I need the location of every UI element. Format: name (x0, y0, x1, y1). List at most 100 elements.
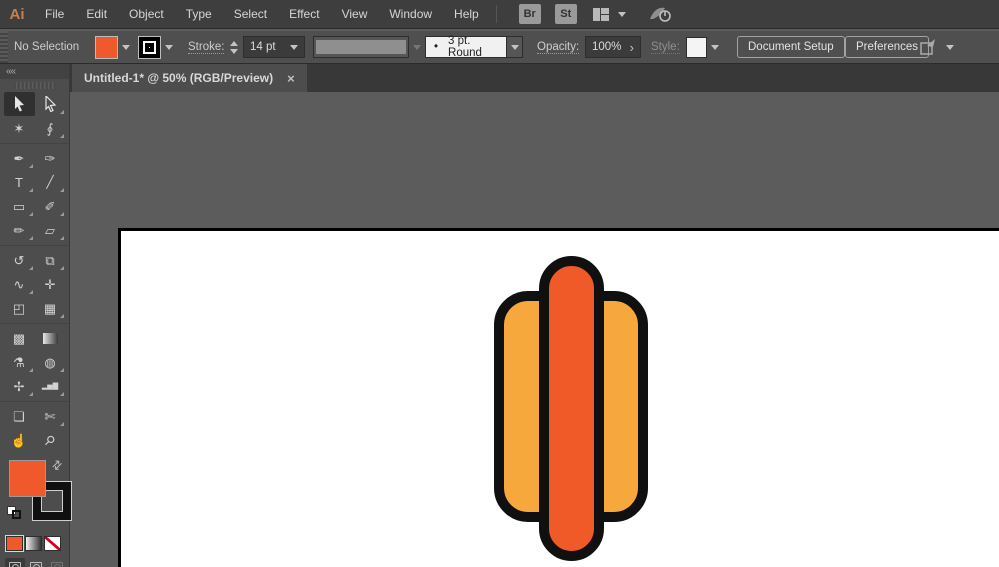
magic-wand-icon: ✶ (13, 120, 25, 136)
arrange-documents-icon[interactable] (918, 37, 940, 57)
color-button[interactable] (6, 536, 23, 551)
direct-selection-tool[interactable] (35, 92, 66, 116)
control-bar: No Selection Stroke: 14 pt • 3 pt. Round… (0, 30, 999, 64)
shaper-tool[interactable]: ✏ (4, 218, 35, 242)
preferences-button[interactable]: Preferences (845, 36, 930, 58)
menu-bar: Ai File Edit Object Type Select Effect V… (0, 0, 999, 29)
stroke-color-swatch[interactable] (138, 35, 161, 59)
menu-help[interactable]: Help (443, 0, 490, 28)
stroke-color-dropdown[interactable] (161, 44, 176, 50)
hotdog-sausage-shape[interactable] (539, 256, 604, 561)
eyedropper-icon: ⚗ (13, 354, 25, 370)
chevron-down-icon (510, 44, 519, 50)
drawing-modes-row (0, 558, 69, 567)
puppet-warp-tool[interactable]: ✛ (35, 272, 66, 296)
bridge-button[interactable]: Br (518, 4, 541, 24)
tools-panel: «« ✶ ∮ ✒ ✑ T ╱ ▭ ✐ ✏ ▱ ↺ ⧉ ∿ ✛ ◰ ▦ ▩ ⚗ ◍… (0, 64, 71, 567)
paintbrush-tool[interactable]: ✐ (35, 194, 66, 218)
width-profile-preview (316, 40, 406, 54)
opacity-value: 100% (592, 41, 622, 53)
symbol-sprayer-tool[interactable]: ✢ (4, 374, 35, 398)
chevron-down-icon (710, 44, 719, 50)
gradient-tool[interactable] (35, 326, 66, 350)
eraser-tool[interactable]: ▱ (35, 218, 66, 242)
menu-effect[interactable]: Effect (278, 0, 330, 28)
document-setup-button[interactable]: Document Setup (737, 36, 845, 58)
perspective-grid-tool[interactable]: ▦ (35, 296, 66, 320)
shape-builder-tool[interactable]: ◰ (4, 296, 35, 320)
pen-tool[interactable]: ✒ (4, 146, 35, 170)
fill-stroke-widget: ⇄ (0, 456, 71, 528)
stroke-weight-input[interactable]: 14 pt (243, 36, 305, 58)
mesh-tool[interactable]: ▩ (4, 326, 35, 350)
gradient-button[interactable] (25, 536, 42, 551)
brush-definition-value: 3 pt. Round (448, 35, 482, 59)
artboard-icon: ❏ (13, 408, 25, 424)
magic-wand-tool[interactable]: ✶ (4, 116, 35, 140)
chevron-down-icon (164, 44, 173, 50)
app-logo: Ai (9, 5, 25, 23)
draw-behind-button[interactable] (26, 558, 46, 567)
graphic-style-dropdown[interactable] (707, 44, 722, 50)
color-mode-row (0, 536, 69, 551)
collapse-panel-icon[interactable]: «« (6, 66, 16, 77)
slice-tool[interactable]: ✄ (35, 404, 66, 428)
graphic-style-swatch[interactable] (686, 36, 707, 58)
stroke-weight-stepper[interactable] (228, 40, 240, 54)
swap-fill-stroke-icon[interactable]: ⇄ (49, 456, 66, 473)
type-tool[interactable]: T (4, 170, 35, 194)
zoom-tool[interactable]: ⚲ (35, 428, 66, 452)
style-panel-link[interactable]: Style: (651, 41, 680, 54)
menu-view[interactable]: View (331, 0, 379, 28)
width-tool[interactable]: ∿ (4, 272, 35, 296)
chevron-down-icon (617, 11, 626, 17)
fill-swatch[interactable] (9, 460, 46, 497)
draw-normal-button[interactable] (5, 558, 25, 567)
gpu-performance-button[interactable] (648, 5, 672, 23)
close-icon[interactable]: × (287, 71, 295, 86)
rotate-icon: ↺ (13, 252, 25, 268)
brush-definition-dropdown[interactable]: • 3 pt. Round (425, 35, 507, 59)
blend-tool[interactable]: ◍ (35, 350, 66, 374)
opacity-panel-link[interactable]: Opacity: (537, 41, 580, 54)
control-bar-grip[interactable] (0, 31, 8, 63)
document-tab-title: Untitled-1* @ 50% (RGB/Preview) (84, 71, 274, 85)
eyedropper-tool[interactable]: ⚗ (4, 350, 35, 374)
menu-select[interactable]: Select (223, 0, 278, 28)
stock-button[interactable]: St (554, 4, 577, 24)
lasso-tool[interactable]: ∮ (35, 116, 66, 140)
selection-tool[interactable] (3, 92, 35, 116)
none-button[interactable] (44, 536, 61, 551)
tools-panel-grip[interactable] (14, 81, 55, 90)
menu-object[interactable]: Object (118, 0, 175, 28)
pen-icon: ✒ (13, 150, 25, 166)
menu-type[interactable]: Type (175, 0, 223, 28)
opacity-input[interactable]: 100% › (585, 36, 641, 58)
line-segment-tool[interactable]: ╱ (35, 170, 66, 194)
workspace-grid-icon (592, 7, 610, 21)
brush-definition-chevron[interactable] (507, 36, 523, 58)
menu-edit[interactable]: Edit (75, 0, 118, 28)
document-tab[interactable]: Untitled-1* @ 50% (RGB/Preview) × (72, 64, 307, 92)
rotate-tool[interactable]: ↺ (4, 248, 35, 272)
rectangle-tool[interactable]: ▭ (4, 194, 35, 218)
selection-status: No Selection (14, 41, 80, 53)
column-graph-tool[interactable]: ▂▅▇ (35, 374, 66, 398)
artboard-tool[interactable]: ❏ (4, 404, 35, 428)
symbol-sprayer-icon: ✢ (13, 378, 25, 394)
stroke-panel-link[interactable]: Stroke: (188, 41, 225, 54)
default-fill-stroke-icon[interactable] (7, 506, 23, 520)
menu-file[interactable]: File (34, 0, 75, 28)
chevron-down-icon (121, 44, 130, 50)
fill-color-swatch[interactable] (95, 35, 118, 59)
fill-color-dropdown[interactable] (118, 44, 133, 50)
menu-window[interactable]: Window (378, 0, 443, 28)
column-graph-icon: ▂▅▇ (41, 382, 59, 390)
workspace-switcher-button[interactable] (592, 7, 626, 21)
curvature-tool[interactable]: ✑ (35, 146, 66, 170)
lasso-icon: ∮ (46, 120, 54, 136)
scale-tool[interactable]: ⧉ (35, 248, 66, 272)
draw-inside-button[interactable] (47, 558, 67, 567)
hand-tool[interactable]: ☝ (4, 428, 35, 452)
gradient-icon (42, 332, 58, 344)
